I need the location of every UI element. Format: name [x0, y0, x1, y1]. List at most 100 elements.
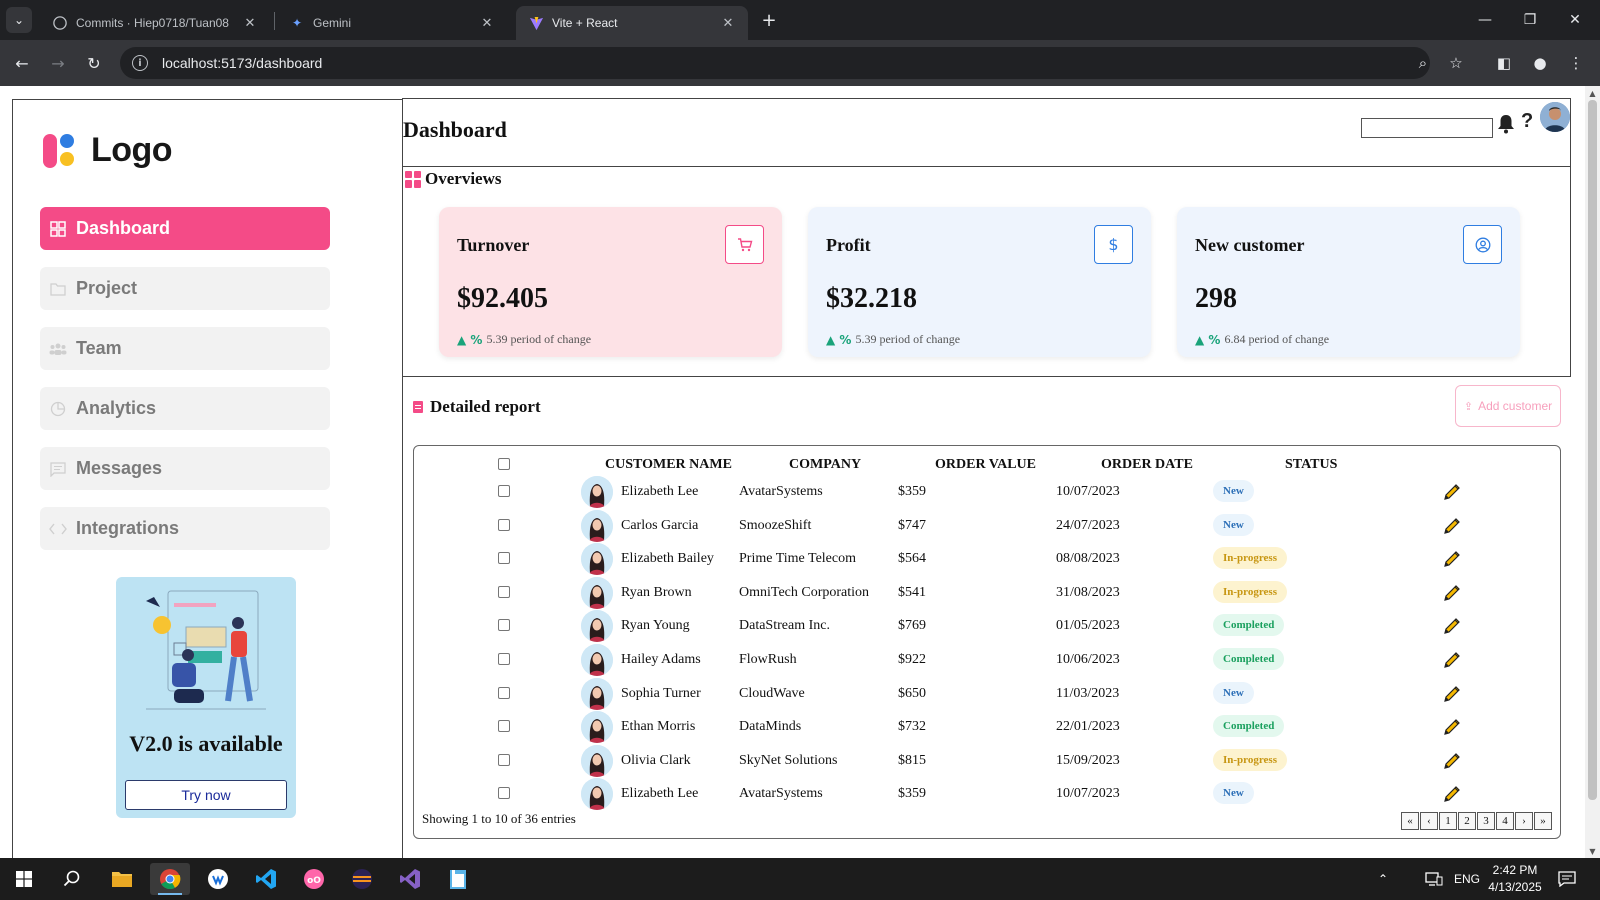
user-icon[interactable] — [1463, 225, 1502, 264]
pagination-button[interactable]: 2 — [1458, 812, 1476, 830]
pagination-button[interactable]: ‹ — [1420, 812, 1438, 830]
pagination-button[interactable]: › — [1515, 812, 1533, 830]
edit-pencil-icon[interactable] — [1441, 481, 1463, 503]
try-now-button[interactable]: Try now — [125, 780, 287, 810]
back-button[interactable]: ← — [10, 51, 34, 75]
row-checkbox[interactable] — [498, 552, 510, 565]
card-value: 298 — [1195, 283, 1237, 314]
address-bar[interactable]: i localhost:5173/dashboard — [120, 47, 1430, 79]
edit-pencil-icon[interactable] — [1441, 548, 1463, 570]
pagination-button[interactable]: 3 — [1477, 812, 1495, 830]
dollar-icon[interactable]: $ — [1094, 225, 1133, 264]
row-checkbox[interactable] — [498, 787, 510, 800]
trend-up-icon: ▲ % — [826, 332, 852, 347]
add-customer-button[interactable]: ⇪ Add customer — [1455, 385, 1561, 427]
profile-icon[interactable]: ● — [1528, 51, 1552, 75]
notification-icon[interactable] — [1558, 858, 1576, 900]
sidebar-item-dashboard[interactable]: Dashboard — [40, 207, 330, 250]
row-checkbox[interactable] — [498, 518, 510, 531]
order-date: 10/07/2023 — [1056, 484, 1120, 499]
sidebar-item-analytics[interactable]: Analytics — [40, 387, 330, 430]
bookmark-star-icon[interactable]: ☆ — [1444, 51, 1468, 75]
select-all-checkbox[interactable] — [498, 458, 510, 470]
tab-gemini[interactable]: ✦ Gemini ✕ — [277, 6, 507, 40]
promo-illustration — [146, 590, 266, 710]
tab-vite-react[interactable]: Vite + React ✕ — [516, 6, 748, 40]
scroll-up-arrow[interactable]: ▲ — [1585, 86, 1600, 100]
close-tab-icon[interactable]: ✕ — [242, 15, 258, 31]
tab-github[interactable]: Commits · Hiep0718/Tuan08 ✕ — [40, 6, 270, 40]
edit-pencil-icon[interactable] — [1441, 515, 1463, 537]
file-explorer-icon[interactable] — [102, 863, 142, 895]
eclipse-icon[interactable] — [342, 863, 382, 895]
pagination-button[interactable]: 1 — [1439, 812, 1457, 830]
edit-pencil-icon[interactable] — [1441, 582, 1463, 604]
side-panel-icon[interactable]: ◧ — [1492, 51, 1516, 75]
chrome-icon[interactable] — [150, 863, 190, 895]
row-checkbox[interactable] — [498, 485, 510, 497]
column-header-order-value[interactable]: ORDER VALUE — [935, 457, 1036, 473]
osu-icon[interactable]: oO — [294, 863, 334, 895]
bell-icon[interactable] — [1496, 113, 1516, 134]
help-icon[interactable]: ? — [1521, 110, 1533, 133]
cart-icon[interactable] — [725, 225, 764, 264]
minimize-button[interactable]: — — [1465, 8, 1505, 32]
restore-button[interactable]: ❐ — [1510, 8, 1550, 32]
sidebar-item-messages[interactable]: Messages — [40, 447, 330, 490]
vscode-icon[interactable] — [246, 863, 286, 895]
site-info-icon[interactable]: i — [132, 55, 148, 71]
show-hidden-icons[interactable]: ⌃ — [1378, 858, 1388, 900]
system-clock[interactable]: 2:42 PM 4/13/2025 — [1475, 862, 1555, 896]
pagination-button[interactable]: 4 — [1496, 812, 1514, 830]
status-badge: New — [1213, 480, 1254, 502]
logo-mark-icon — [43, 132, 81, 170]
menu-kebab-icon[interactable]: ⋮ — [1564, 51, 1588, 75]
search-input[interactable] — [1361, 118, 1493, 138]
scroll-thumb[interactable] — [1588, 100, 1597, 800]
order-date: 11/03/2023 — [1056, 685, 1120, 701]
close-window-button[interactable]: ✕ — [1555, 8, 1595, 32]
user-avatar[interactable] — [1540, 102, 1570, 132]
close-tab-icon[interactable]: ✕ — [720, 15, 736, 31]
row-checkbox[interactable] — [498, 753, 510, 766]
app-icon[interactable] — [198, 863, 238, 895]
edit-pencil-icon[interactable] — [1441, 615, 1463, 637]
scroll-down-arrow[interactable]: ▼ — [1585, 844, 1600, 858]
column-header-customer-name[interactable]: CUSTOMER NAME — [605, 457, 732, 473]
customer-avatar — [581, 744, 613, 777]
edit-pencil-icon[interactable] — [1441, 783, 1463, 805]
sidebar-item-integrations[interactable]: Integrations — [40, 507, 330, 550]
customer-avatar — [581, 543, 613, 576]
pagination-button[interactable]: « — [1401, 812, 1419, 830]
forward-button[interactable]: → — [46, 51, 70, 75]
pagination-button[interactable]: » — [1534, 812, 1552, 830]
logo[interactable]: Logo — [43, 131, 173, 170]
edit-pencil-icon[interactable] — [1441, 716, 1463, 738]
row-checkbox[interactable] — [498, 653, 510, 665]
edit-pencil-icon[interactable] — [1441, 649, 1463, 671]
page-scrollbar[interactable]: ▲ ▼ — [1585, 86, 1600, 858]
visual-studio-icon[interactable] — [390, 863, 430, 895]
message-icon — [48, 459, 68, 479]
column-header-status[interactable]: STATUS — [1285, 457, 1337, 473]
new-tab-button[interactable]: + — [758, 9, 780, 31]
sidebar-item-project[interactable]: Project — [40, 267, 330, 310]
column-header-order-date[interactable]: ORDER DATE — [1101, 457, 1193, 473]
start-icon[interactable] — [4, 863, 44, 895]
vite-icon — [528, 15, 544, 31]
reload-button[interactable]: ↻ — [82, 51, 106, 75]
network-icon[interactable] — [1425, 858, 1443, 900]
notepad-icon[interactable] — [438, 863, 478, 895]
column-header-company[interactable]: COMPANY — [789, 457, 861, 473]
edit-pencil-icon[interactable] — [1441, 750, 1463, 772]
tab-search-dropdown[interactable]: ⌄ — [6, 7, 32, 33]
sidebar-item-team[interactable]: Team — [40, 327, 330, 370]
edit-pencil-icon[interactable] — [1441, 683, 1463, 705]
row-checkbox[interactable] — [498, 585, 510, 598]
row-checkbox[interactable] — [498, 686, 510, 699]
row-checkbox[interactable] — [498, 720, 510, 733]
row-checkbox[interactable] — [498, 619, 510, 632]
close-tab-icon[interactable]: ✕ — [479, 15, 495, 31]
search-icon[interactable] — [52, 863, 92, 895]
zoom-icon[interactable]: ⌕ — [1411, 51, 1435, 75]
